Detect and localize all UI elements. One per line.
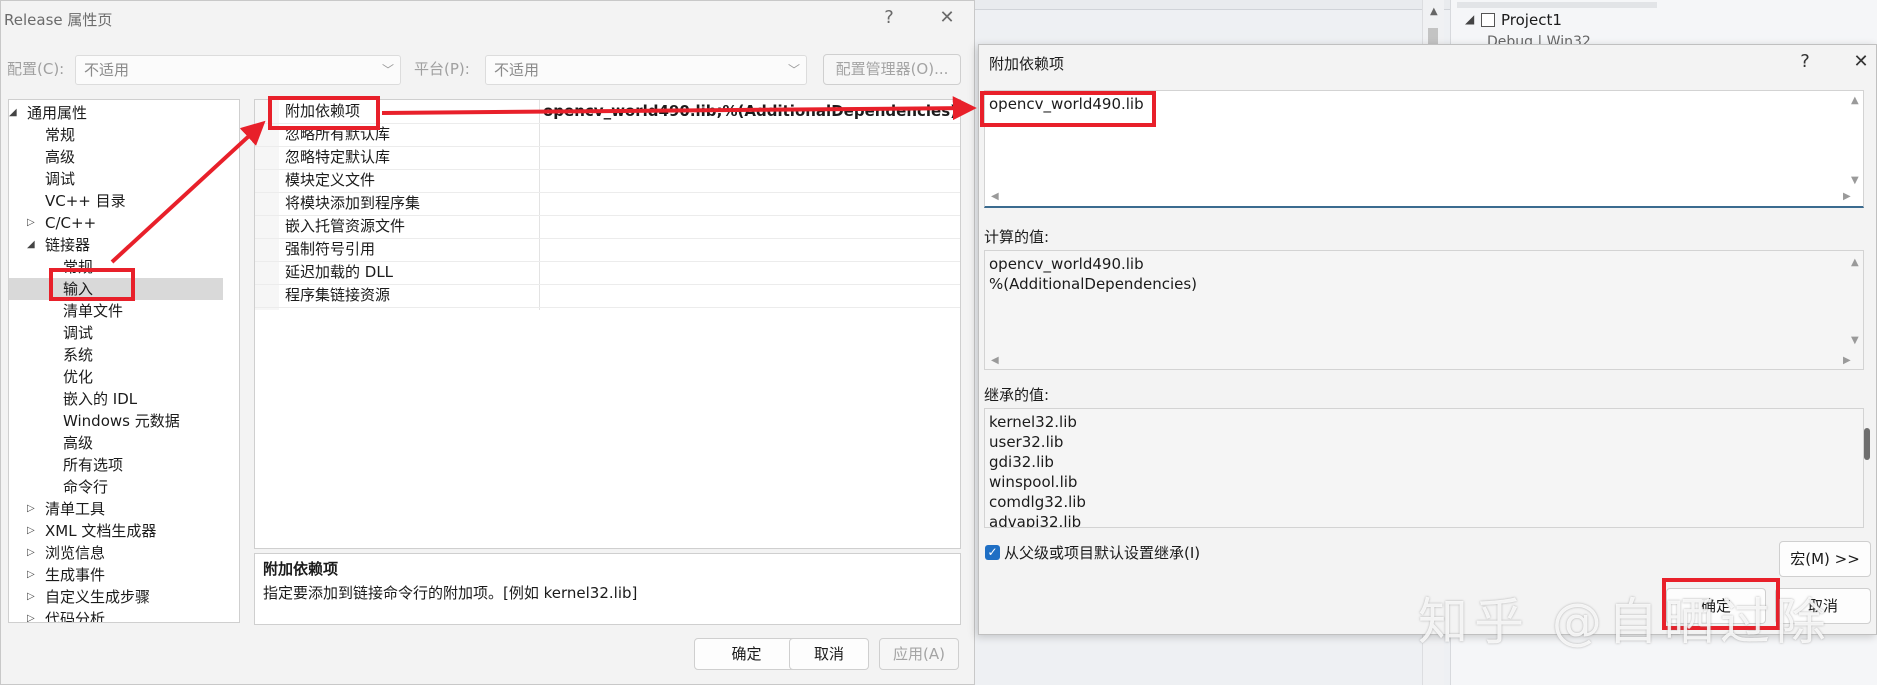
watermark-text: 知乎 @自晒过除: [1418, 593, 1832, 651]
arrow-input-to-property: [110, 120, 266, 264]
arrow-property-to-edit: [381, 96, 977, 121]
